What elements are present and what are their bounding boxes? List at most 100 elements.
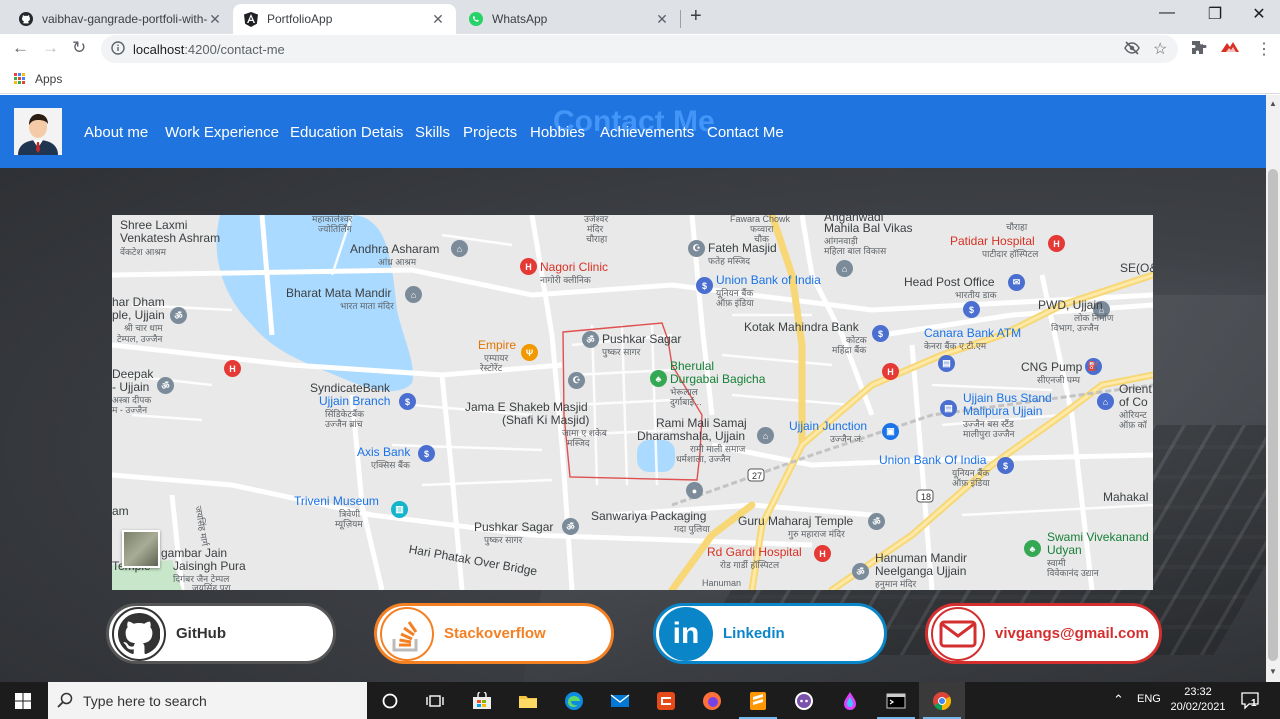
taskbar-search-box[interactable]: Type here to search [48, 682, 367, 719]
more-vert-icon[interactable]: ⋮ [1256, 39, 1272, 59]
nav-hobbies[interactable]: Hobbies [530, 124, 585, 141]
firefox-icon[interactable] [689, 682, 735, 719]
forward-arrow-icon[interactable]: → [42, 38, 59, 58]
chevron-up-icon[interactable]: ⌃ [1113, 692, 1124, 708]
page-scrollbar[interactable]: ▲ ▼ [1266, 95, 1280, 682]
train-pin-icon[interactable]: ▣ [882, 423, 899, 440]
file-explorer-icon[interactable] [505, 682, 551, 719]
discord-icon[interactable] [781, 682, 827, 719]
tab-whatsapp[interactable]: WhatsApp ✕ [458, 4, 680, 34]
scroll-up-icon[interactable]: ▲ [1269, 99, 1277, 108]
terminal-icon[interactable] [873, 682, 919, 719]
reload-icon[interactable]: ↻ [72, 38, 86, 58]
satellite-toggle-button[interactable] [122, 530, 160, 568]
scrollbar-thumb[interactable] [1268, 169, 1278, 661]
map-label: Rd Gardi Hospital [707, 545, 802, 559]
extension-icon[interactable] [1220, 40, 1240, 59]
mosque-pin-icon[interactable]: ☪ [688, 240, 705, 257]
museum-pin-icon[interactable]: ▥ [391, 501, 408, 518]
tab-portfolioapp[interactable]: PortfolioApp ✕ [233, 4, 456, 34]
nav-projects[interactable]: Projects [463, 124, 517, 141]
bus-pin-icon[interactable]: ▤ [940, 400, 957, 417]
map-label: ऑफ़ इंडिया [716, 298, 754, 308]
new-tab-button[interactable]: + [690, 5, 702, 28]
gas-pin-icon[interactable]: ⛽ [1085, 358, 1102, 375]
chrome-icon[interactable] [919, 682, 965, 719]
place-pin-icon[interactable]: ॐ [868, 513, 885, 530]
apps-bookmark[interactable]: Apps [35, 72, 62, 86]
hospital-pin-icon[interactable]: H [224, 360, 241, 377]
mosque-pin-icon[interactable]: ☪ [568, 372, 585, 389]
edge-icon[interactable] [551, 682, 597, 719]
clock[interactable]: 23:32 20/02/2021 [1170, 685, 1226, 715]
sublime-text-icon[interactable] [735, 682, 781, 719]
place-pin-icon[interactable]: ॐ [562, 518, 579, 535]
notification-icon[interactable]: 1 [1240, 690, 1260, 710]
hospital-pin-icon[interactable]: H [1048, 235, 1065, 252]
star-icon[interactable]: ☆ [1153, 39, 1167, 59]
mail-icon[interactable] [597, 682, 643, 719]
github-button[interactable]: GitHub [106, 603, 336, 664]
close-window-button[interactable]: ✕ [1236, 4, 1280, 24]
place-pin-icon[interactable]: ॐ [157, 377, 174, 394]
map-label: हनुमान मंदिर [875, 579, 917, 589]
nav-about-me[interactable]: About me [84, 124, 148, 141]
linkedin-button[interactable]: in Linkedin [653, 603, 887, 664]
nav-achievements[interactable]: Achievements [600, 124, 694, 141]
place-pin-icon[interactable]: ⌂ [451, 240, 468, 257]
bank-pin-icon[interactable]: $ [872, 325, 889, 342]
place-pin-icon[interactable]: ॐ [170, 307, 187, 324]
nav-contact-me[interactable]: Contact Me [707, 124, 784, 141]
nav-skills[interactable]: Skills [415, 124, 450, 141]
park-pin-icon[interactable]: ♣ [1024, 540, 1041, 557]
post-pin-icon[interactable]: ✉ [1008, 274, 1025, 291]
bank-pin-icon[interactable]: $ [997, 457, 1014, 474]
close-icon[interactable]: ✕ [654, 11, 670, 28]
place-pin-icon[interactable]: ⌂ [836, 260, 853, 277]
hospital-pin-icon[interactable]: H [882, 363, 899, 380]
info-icon[interactable] [111, 41, 125, 60]
minimize-button[interactable]: — [1144, 4, 1190, 22]
map-label: उज्जैन जं. [830, 434, 864, 444]
store-icon[interactable] [459, 682, 505, 719]
bank-pin-icon[interactable]: $ [418, 445, 435, 462]
close-icon[interactable]: ✕ [430, 11, 446, 28]
avatar[interactable] [14, 108, 62, 155]
bank-pin-icon[interactable]: $ [399, 393, 416, 410]
place-pin-icon[interactable]: ॐ [852, 563, 869, 580]
bank-pin-icon[interactable]: $ [696, 277, 713, 294]
close-icon[interactable]: ✕ [207, 11, 223, 28]
linkedin-icon: in [659, 606, 713, 661]
hospital-pin-icon[interactable]: H [814, 545, 831, 562]
map-label: टेम्पल, उज्जैन [117, 334, 163, 344]
hospital-pin-icon[interactable]: H [520, 258, 537, 275]
place-pin-icon[interactable]: ॐ [582, 331, 599, 348]
maximize-button[interactable]: ❐ [1192, 4, 1238, 24]
extensions-icon[interactable] [1191, 40, 1207, 61]
google-map[interactable]: ⌂ ⌂ ॐ H ॐ $ $ ▥ H Ψ ॐ ☪ ♣ ⌂ ● ॐ ☪ $ ⌂ $ … [112, 215, 1153, 590]
address-bar[interactable]: localhost:4200/contact-me ☆ [101, 35, 1178, 63]
location-pin-icon[interactable]: ● [686, 482, 703, 499]
nav-education-details[interactable]: Education Detais [290, 124, 403, 141]
apps-icon[interactable] [14, 73, 26, 85]
language-indicator[interactable]: ENG [1137, 693, 1161, 705]
restaurant-pin-icon[interactable]: Ψ [521, 344, 538, 361]
water-drop-icon[interactable] [827, 682, 873, 719]
scroll-down-icon[interactable]: ▼ [1269, 667, 1277, 676]
task-view-icon[interactable] [412, 682, 458, 719]
bank-pin-icon[interactable]: $ [963, 301, 980, 318]
back-arrow-icon[interactable]: ← [12, 38, 29, 58]
tab-github[interactable]: vaibhav-gangrade-portfoli-with- ✕ [8, 4, 233, 34]
app-icon[interactable] [643, 682, 689, 719]
place-pin-icon[interactable]: ⌂ [1097, 393, 1114, 410]
stackoverflow-button[interactable]: Stackoverflow [374, 603, 614, 664]
windows-start-icon[interactable] [0, 682, 46, 719]
place-pin-icon[interactable]: ⌂ [405, 286, 422, 303]
cortana-icon[interactable] [367, 682, 413, 719]
park-pin-icon[interactable]: ♣ [650, 370, 667, 387]
bus-pin-icon[interactable]: ▤ [938, 355, 955, 372]
gmail-button[interactable]: vivgangs@gmail.com [925, 603, 1162, 664]
eye-off-icon[interactable] [1124, 41, 1140, 60]
nav-work-experience[interactable]: Work Experience [165, 124, 279, 141]
place-pin-icon[interactable]: ⌂ [757, 427, 774, 444]
